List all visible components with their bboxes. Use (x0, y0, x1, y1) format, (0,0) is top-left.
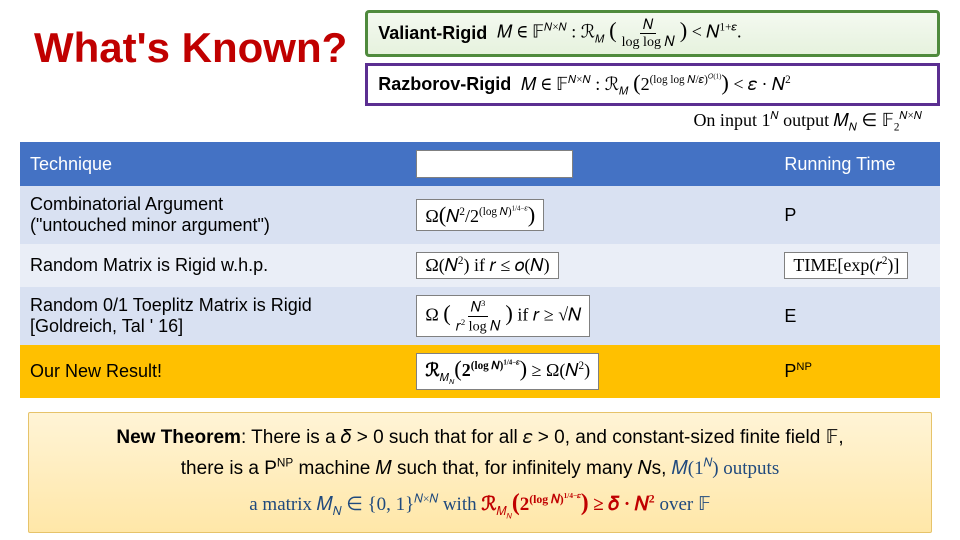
table-row: Our New Result! ℛ𝑀𝑁(2(log 𝑁)1/4−𝜀) ≥ Ω(𝑁… (20, 345, 940, 398)
new-theorem-box: New Theorem: There is a 𝛿 > 0 such that … (28, 412, 932, 533)
valiant-rigid-formula: 𝑀 ∈ 𝔽𝑁×𝑁 : ℛ𝑀 (𝑁log log 𝑁) < 𝑁1+𝜀. (497, 17, 741, 50)
razborov-rigid-box: Razborov-Rigid 𝑀 ∈ 𝔽𝑁×𝑁 : ℛ𝑀 (2(log log … (365, 63, 940, 106)
table-row: Combinatorial Argument ("untouched minor… (20, 186, 940, 244)
input-output-line: On input 1𝑁 output 𝑀𝑁 ∈ 𝔽2𝑁×𝑁 (20, 106, 940, 141)
table-row: Random Matrix is Rigid w.h.p. Ω(𝑁2) if 𝑟… (20, 244, 940, 287)
razborov-rigid-formula: 𝑀 ∈ 𝔽𝑁×𝑁 : ℛ𝑀 (2(log log 𝑁/𝜀)𝑂(1)) < 𝜀 ·… (521, 70, 790, 99)
header-technique: Technique (20, 142, 406, 186)
table-row: Random 0/1 Toeplitz Matrix is Rigid [Gol… (20, 287, 940, 345)
results-table: Technique Setting 𝑟 = 2(log 𝑁)1/4−𝜀 Runn… (20, 142, 940, 398)
header-running: Running Time (774, 142, 940, 186)
header-setting: Setting 𝑟 = 2(log 𝑁)1/4−𝜀 (406, 142, 774, 186)
definitions: Valiant-Rigid 𝑀 ∈ 𝔽𝑁×𝑁 : ℛ𝑀 (𝑁log log 𝑁)… (365, 10, 940, 106)
valiant-rigid-label: Valiant-Rigid (378, 23, 487, 44)
razborov-rigid-label: Razborov-Rigid (378, 74, 511, 95)
page-title: What's Known? (34, 24, 347, 72)
valiant-rigid-box: Valiant-Rigid 𝑀 ∈ 𝔽𝑁×𝑁 : ℛ𝑀 (𝑁log log 𝑁)… (365, 10, 940, 57)
